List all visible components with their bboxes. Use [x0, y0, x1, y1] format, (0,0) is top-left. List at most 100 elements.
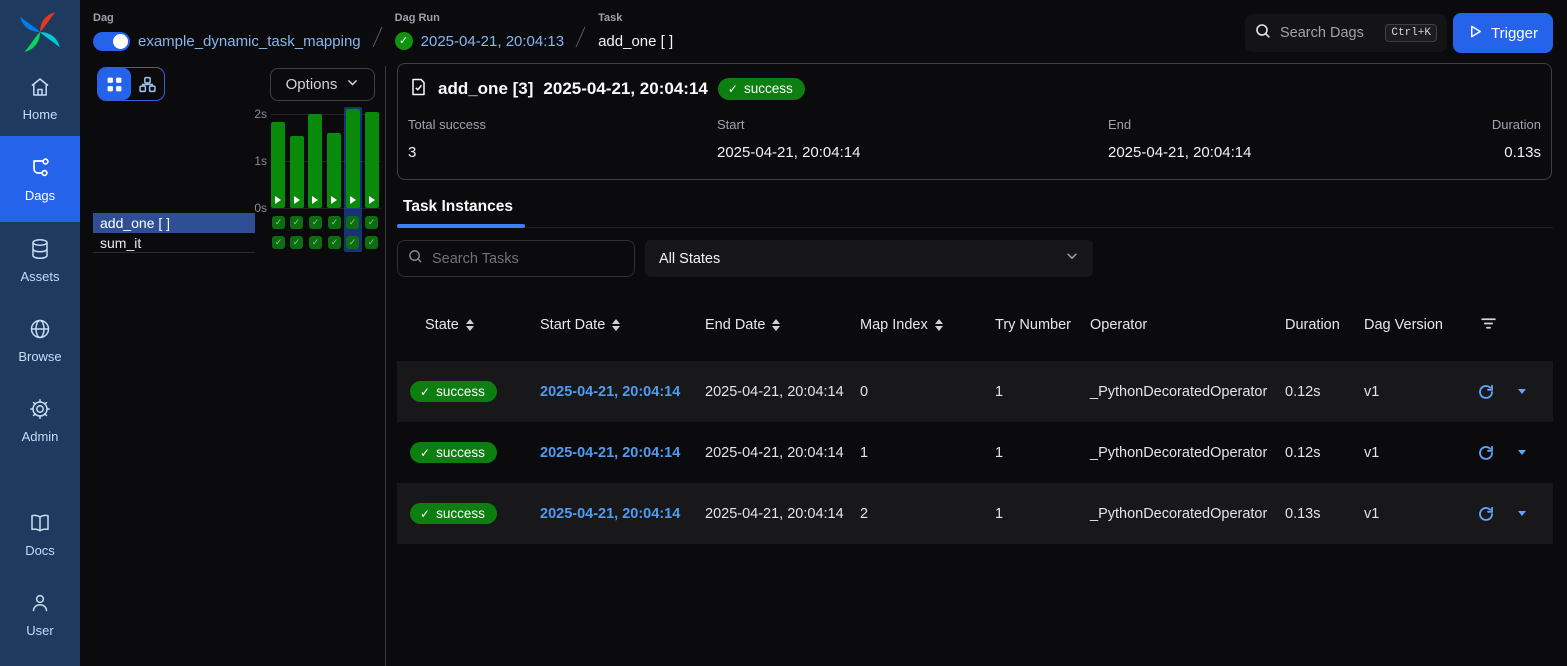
run-duration-bar[interactable] [308, 114, 322, 208]
clear-task-button[interactable] [1478, 506, 1494, 522]
task-row-label[interactable]: add_one [ ] [93, 213, 255, 233]
task-instance-square-success[interactable]: ✓ [290, 216, 303, 229]
task-search-box[interactable] [397, 240, 635, 277]
task-instance-square-success[interactable]: ✓ [272, 216, 285, 229]
sidebar-item-assets[interactable]: Assets [0, 232, 80, 288]
column-filter-icon[interactable] [1460, 315, 1553, 336]
column-header-map-index[interactable]: Map Index [860, 317, 995, 333]
search-icon [408, 249, 423, 269]
task-row-label[interactable]: sum_it [93, 233, 255, 253]
run-duration-bar[interactable] [327, 133, 341, 208]
column-header-end-date[interactable]: End Date [705, 317, 860, 333]
run-duration-bar[interactable] [290, 136, 304, 208]
sidebar-item-dags[interactable]: Dags [0, 136, 80, 222]
start-date-link[interactable]: 2025-04-21, 20:04:14 [540, 506, 680, 522]
stat-start: Start 2025-04-21, 20:04:14 [717, 117, 1108, 161]
sidebar-item-label: Assets [20, 269, 59, 284]
breadcrumb-dag: Dag example_dynamic_task_mapping [93, 12, 361, 52]
start-date-link[interactable]: 2025-04-21, 20:04:14 [540, 384, 680, 400]
status-badge: ✓ success [410, 503, 497, 525]
airflow-logo[interactable] [18, 10, 62, 54]
column-header-state[interactable]: State [397, 317, 540, 333]
run-duration-bar[interactable] [346, 109, 360, 208]
table-body: ✓ success 2025-04-21, 20:04:14 2025-04-21, … [397, 361, 1553, 544]
clear-task-button[interactable] [1478, 445, 1494, 461]
sort-icon[interactable] [612, 319, 620, 331]
task-instance-square-success[interactable]: ✓ [346, 216, 359, 229]
sidebar-item-label: Home [23, 107, 58, 122]
operator-cell: _PythonDecoratedOperator [1090, 506, 1285, 522]
grid-view-button[interactable] [98, 68, 131, 100]
row-menu-caret[interactable] [1518, 511, 1526, 516]
check-icon: ✓ [420, 386, 430, 398]
table-row[interactable]: ✓success2025-04-21, 20:04:142025-04-21, … [397, 422, 1553, 483]
clear-task-button[interactable] [1478, 384, 1494, 400]
column-header-operator: Operator [1090, 317, 1285, 333]
column-header-label: Try Number [995, 317, 1071, 333]
table-row[interactable]: ✓ success 2025-04-21, 20:04:14 2025-04-21, … [397, 483, 1553, 544]
status-badge-label: success [436, 507, 485, 521]
task-instance-square-success[interactable]: ✓ [346, 236, 359, 249]
task-instance-square-success[interactable]: ✓ [365, 236, 378, 249]
column-header-label: Dag Version [1364, 317, 1443, 333]
dag-name-link[interactable]: example_dynamic_task_mapping [138, 33, 361, 50]
run-type-play-icon [294, 196, 300, 204]
status-badge-label: success [436, 385, 485, 399]
column-header-start-date[interactable]: Start Date [540, 317, 705, 333]
view-toggle-group [97, 67, 165, 101]
options-button-label: Options [286, 76, 338, 93]
run-duration-bar[interactable] [271, 122, 285, 208]
state-filter-select[interactable]: All States [645, 240, 1093, 277]
table-header: StateStart DateEnd DateMap IndexTry Numb… [397, 305, 1553, 345]
map-index-cell: 1 [860, 445, 995, 461]
run-type-play-icon [275, 196, 281, 204]
browse-icon [28, 317, 52, 341]
table-row[interactable]: ✓ success 2025-04-21, 20:04:14 2025-04-21, … [397, 361, 1553, 422]
task-search-input[interactable] [432, 251, 624, 267]
sidebar-item-label: User [26, 623, 53, 638]
row-menu-caret[interactable] [1518, 389, 1526, 394]
graph-view-button[interactable] [131, 68, 164, 100]
duration-cell: 0.13s [1285, 506, 1364, 522]
end-date-cell: 2025-04-21, 20:04:14 [705, 384, 860, 400]
sidebar-item-docs[interactable]: Docs [0, 506, 80, 562]
run-duration-bar[interactable] [365, 112, 379, 208]
options-button[interactable]: Options [270, 68, 375, 101]
stat-duration: Duration 0.13s [1492, 117, 1541, 161]
column-header-label: Operator [1090, 317, 1147, 333]
task-instance-square-success[interactable]: ✓ [328, 216, 341, 229]
run-type-play-icon [312, 196, 318, 204]
dag-pause-toggle[interactable] [93, 32, 130, 51]
home-icon [28, 75, 52, 99]
sidebar-item-home[interactable]: Home [0, 70, 80, 126]
sort-icon[interactable] [772, 319, 780, 331]
sort-icon[interactable] [935, 319, 943, 331]
try-number-cell: 1 [995, 384, 1090, 400]
task-instance-square-success[interactable]: ✓ [309, 216, 322, 229]
dag-version-cell: v1 [1364, 384, 1460, 400]
task-summary-card: add_one [3] 2025-04-21, 20:04:14 ✓ succe… [397, 63, 1552, 180]
sidebar-item-admin[interactable]: Admin [0, 392, 80, 448]
duration-cell: 0.12s [1285, 384, 1364, 400]
status-badge: ✓success [410, 442, 497, 464]
task-instance-square-success[interactable]: ✓ [290, 236, 303, 249]
sidebar-item-browse[interactable]: Browse [0, 312, 80, 368]
task-instance-square-success[interactable]: ✓ [328, 236, 341, 249]
panel-divider[interactable] [385, 66, 386, 666]
column-header-try-number: Try Number [995, 317, 1090, 333]
sidebar-item-user[interactable]: User [0, 586, 80, 642]
map-index-cell: 0 [860, 384, 995, 400]
start-date-link[interactable]: 2025-04-21, 20:04:14 [540, 445, 680, 461]
chevron-down-icon [1065, 249, 1079, 268]
task-doc-check-icon [408, 77, 428, 102]
check-icon: ✓ [420, 508, 430, 520]
state-filter-value: All States [659, 251, 1065, 267]
main-panel: add_one [3] 2025-04-21, 20:04:14 ✓ succe… [397, 0, 1553, 666]
tab-task-instances[interactable]: Task Instances [403, 198, 513, 216]
row-menu-caret[interactable] [1518, 450, 1526, 455]
task-instance-square-success[interactable]: ✓ [365, 216, 378, 229]
sort-icon[interactable] [466, 319, 474, 331]
task-instance-square-success[interactable]: ✓ [272, 236, 285, 249]
end-date-cell: 2025-04-21, 20:04:14 [705, 506, 860, 522]
task-instance-square-success[interactable]: ✓ [309, 236, 322, 249]
